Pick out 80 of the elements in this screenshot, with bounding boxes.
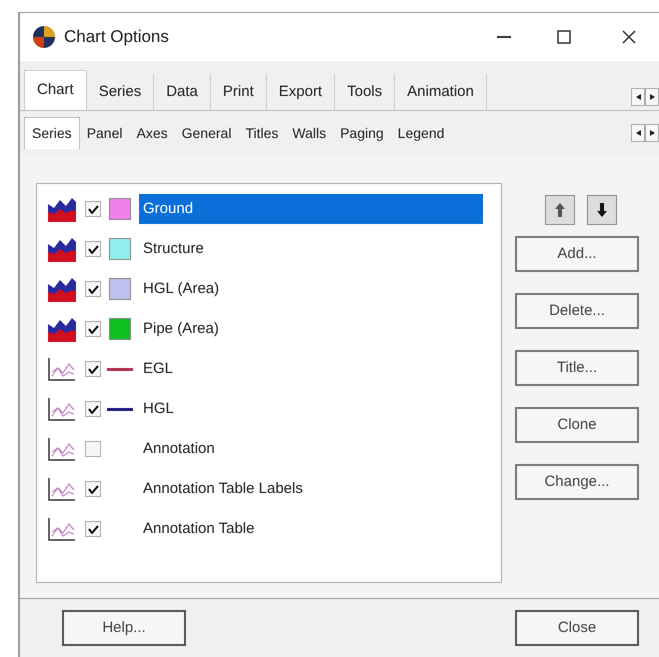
up-arrow-icon bbox=[555, 203, 565, 217]
checkbox[interactable] bbox=[85, 361, 101, 377]
tab[interactable]: Axes bbox=[130, 117, 175, 149]
line-chart-icon bbox=[47, 396, 77, 422]
checkbox[interactable] bbox=[85, 521, 101, 537]
checkbox[interactable] bbox=[85, 281, 101, 297]
action-button[interactable]: Title... bbox=[515, 350, 639, 386]
line-chart-icon bbox=[47, 436, 77, 462]
tab[interactable]: Series bbox=[86, 74, 154, 110]
checkbox[interactable] bbox=[85, 321, 101, 337]
tab[interactable]: Legend bbox=[390, 117, 452, 149]
action-button[interactable]: Change... bbox=[515, 464, 639, 500]
color-swatch[interactable] bbox=[109, 278, 131, 300]
check-icon bbox=[88, 484, 98, 494]
right-arrow-icon bbox=[650, 130, 654, 136]
series-item[interactable]: Annotation bbox=[139, 434, 483, 464]
close-icon bbox=[622, 30, 636, 44]
tab[interactable]: Walls bbox=[285, 117, 334, 149]
tab[interactable]: Export bbox=[266, 74, 336, 110]
tab[interactable]: Series bbox=[24, 117, 80, 149]
check-icon bbox=[88, 324, 98, 334]
line-swatch[interactable] bbox=[107, 408, 133, 410]
move-up-button[interactable] bbox=[545, 195, 575, 225]
checkbox[interactable] bbox=[85, 241, 101, 257]
down-arrow-icon bbox=[597, 203, 607, 217]
tab[interactable]: Animation bbox=[395, 74, 487, 110]
scroll-left-button[interactable] bbox=[631, 124, 645, 142]
right-arrow-icon bbox=[650, 94, 654, 100]
checkbox[interactable] bbox=[85, 441, 101, 457]
dialog-button[interactable]: Help... bbox=[62, 610, 186, 646]
check-icon bbox=[88, 284, 98, 294]
checkbox[interactable] bbox=[85, 201, 101, 217]
checkbox[interactable] bbox=[85, 481, 101, 497]
tab[interactable]: Panel bbox=[80, 117, 130, 149]
color-swatch[interactable] bbox=[109, 318, 131, 340]
check-icon bbox=[88, 244, 98, 254]
line-chart-icon bbox=[47, 356, 77, 382]
tab[interactable]: Titles bbox=[238, 117, 286, 149]
action-button[interactable]: Clone bbox=[515, 407, 639, 443]
check-icon bbox=[88, 524, 98, 534]
left-arrow-icon bbox=[636, 130, 640, 136]
minimize-icon bbox=[497, 36, 511, 38]
color-swatch[interactable] bbox=[109, 198, 131, 220]
series-item[interactable]: HGL (Area) bbox=[139, 274, 483, 304]
dialog-button[interactable]: Close bbox=[515, 610, 639, 646]
series-item[interactable]: Pipe (Area) bbox=[139, 314, 483, 344]
checkbox[interactable] bbox=[85, 401, 101, 417]
app-icon bbox=[32, 25, 56, 49]
window-title: Chart Options bbox=[64, 26, 169, 48]
maximize-icon bbox=[557, 30, 571, 44]
check-icon bbox=[88, 204, 98, 214]
left-arrow-icon bbox=[636, 94, 640, 100]
tab[interactable]: Chart bbox=[24, 70, 87, 110]
line-chart-icon bbox=[47, 516, 77, 542]
line-chart-icon bbox=[47, 476, 77, 502]
area-chart-icon bbox=[47, 316, 77, 342]
series-item[interactable]: Ground bbox=[139, 194, 483, 224]
move-down-button[interactable] bbox=[587, 195, 617, 225]
action-button[interactable]: Add... bbox=[515, 236, 639, 272]
series-item[interactable]: EGL bbox=[139, 354, 483, 384]
action-button[interactable]: Delete... bbox=[515, 293, 639, 329]
scroll-right-button[interactable] bbox=[645, 88, 659, 106]
check-icon bbox=[88, 364, 98, 374]
check-icon bbox=[88, 404, 98, 414]
series-item[interactable]: Annotation Table Labels bbox=[139, 474, 483, 504]
series-item[interactable]: Annotation Table bbox=[139, 514, 483, 544]
tab[interactable]: General bbox=[174, 117, 238, 149]
tab[interactable]: Print bbox=[210, 74, 267, 110]
scroll-right-button[interactable] bbox=[645, 124, 659, 142]
tab[interactable]: Paging bbox=[333, 117, 391, 149]
tab[interactable]: Data bbox=[154, 74, 211, 110]
area-chart-icon bbox=[47, 276, 77, 302]
area-chart-icon bbox=[47, 236, 77, 262]
area-chart-icon bbox=[47, 196, 77, 222]
tab[interactable]: Tools bbox=[335, 74, 396, 110]
line-swatch[interactable] bbox=[107, 368, 133, 370]
series-item[interactable]: HGL bbox=[139, 394, 483, 424]
scroll-left-button[interactable] bbox=[631, 88, 645, 106]
color-swatch[interactable] bbox=[109, 238, 131, 260]
series-item[interactable]: Structure bbox=[139, 234, 483, 264]
